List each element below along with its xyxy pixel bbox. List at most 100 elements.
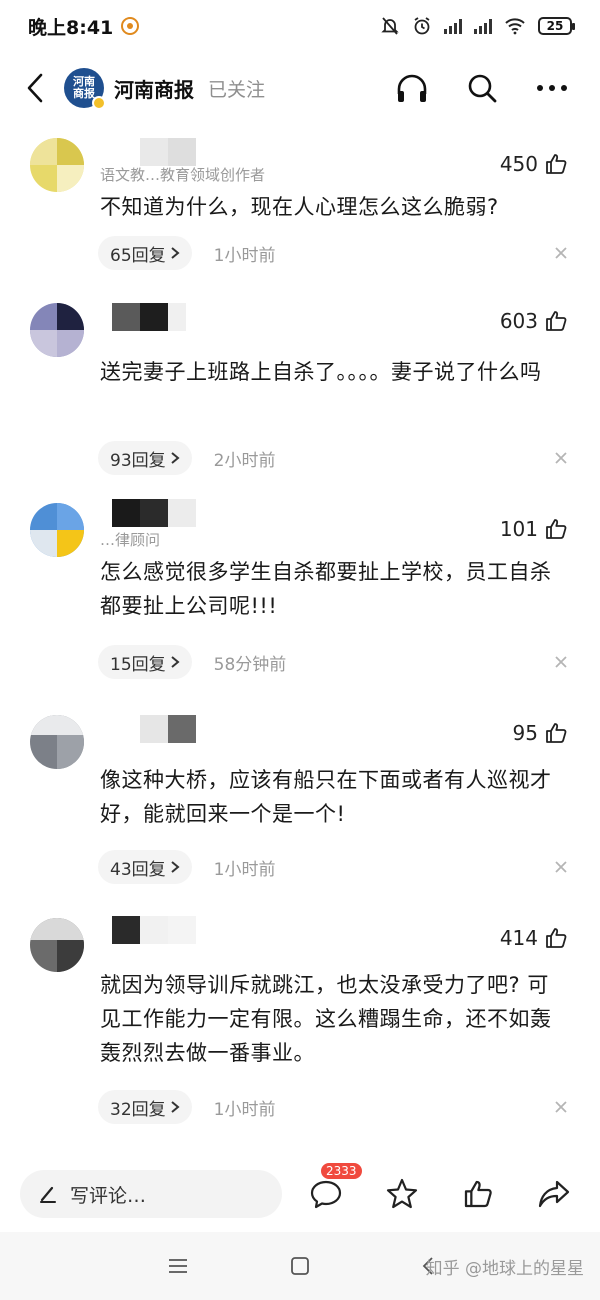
share-arrow-icon <box>538 1180 570 1208</box>
more-dots-icon <box>537 85 567 91</box>
avatar[interactable] <box>30 918 84 972</box>
search-icon <box>468 74 497 103</box>
menu-nav-button[interactable] <box>162 1250 194 1282</box>
wifi-icon <box>504 17 526 35</box>
avatar[interactable] <box>30 138 84 192</box>
search-button[interactable] <box>464 70 500 106</box>
comment-bubble-icon <box>310 1180 342 1209</box>
replies-button[interactable]: 32回复 <box>98 1090 192 1124</box>
close-icon <box>555 247 567 259</box>
headphones-button[interactable] <box>394 70 430 106</box>
app-header: 河南 商报 河南商报 已关注 <box>0 52 600 124</box>
more-button[interactable] <box>534 70 570 106</box>
like-count: 95 <box>512 721 538 745</box>
like-count: 603 <box>499 309 538 333</box>
comment-meta: 43回复 1小时前 <box>98 850 568 884</box>
logo-text-2: 商报 <box>73 87 95 100</box>
like-count: 450 <box>499 152 538 176</box>
signal-icon <box>444 18 462 34</box>
signal-icon-2 <box>474 18 492 34</box>
avatar[interactable] <box>30 715 84 769</box>
share-button[interactable] <box>536 1176 572 1212</box>
home-square-icon <box>291 1257 309 1275</box>
close-icon <box>555 861 567 873</box>
account-name[interactable]: 河南商报 <box>114 74 194 103</box>
like-button[interactable]: 95 <box>513 721 568 745</box>
mute-bell-icon <box>380 16 400 36</box>
bar-actions: 2333 <box>308 1162 572 1212</box>
like-button[interactable]: 414 <box>500 926 568 950</box>
username-mosaic <box>140 715 196 743</box>
comment-meta: 32回复 1小时前 <box>98 1090 568 1124</box>
watermark-text: 知乎 @地球上的星星 <box>425 1259 584 1279</box>
comment-meta: 93回复 2小时前 <box>98 441 568 475</box>
dismiss-button[interactable] <box>548 649 574 675</box>
favorite-button[interactable] <box>384 1176 420 1212</box>
close-icon <box>555 1101 567 1113</box>
close-icon <box>555 452 567 464</box>
dismiss-button[interactable] <box>548 854 574 880</box>
commenter-subtitle: …律顾问 <box>100 531 161 549</box>
username-mosaic <box>112 303 186 331</box>
comment-time: 1小时前 <box>213 245 276 266</box>
thumbs-up-icon <box>546 723 567 743</box>
chevron-right-icon <box>171 861 180 873</box>
menu-icon <box>169 1259 187 1273</box>
dismiss-button[interactable] <box>548 1094 574 1120</box>
dismiss-button[interactable] <box>548 240 574 266</box>
replies-count: 32回复 <box>110 1099 166 1120</box>
chevron-right-icon <box>171 1101 180 1113</box>
like-count: 414 <box>499 926 538 950</box>
like-button[interactable]: 450 <box>500 152 568 176</box>
star-icon <box>386 1178 418 1209</box>
thumbs-up-icon <box>546 311 567 331</box>
comment-meta: 15回复 58分钟前 <box>98 645 568 679</box>
comment-count-badge: 2333 <box>320 1162 363 1180</box>
replies-count: 93回复 <box>110 450 166 471</box>
header-actions <box>394 70 570 106</box>
write-comment-placeholder: 写评论… <box>70 1184 147 1207</box>
comment-time: 1小时前 <box>213 859 276 880</box>
account-avatar[interactable]: 河南 商报 <box>64 68 106 110</box>
comment-text: 不知道为什么，现在人心理怎么这么脆弱? <box>100 195 499 219</box>
thumbs-up-icon <box>546 928 567 948</box>
comment-time: 58分钟前 <box>213 654 287 675</box>
comment-bar: 写评论… 2333 <box>0 1160 600 1228</box>
replies-button[interactable]: 15回复 <box>98 645 192 679</box>
alarm-icon <box>412 16 432 36</box>
chevron-right-icon <box>171 247 180 259</box>
back-button[interactable] <box>18 68 52 108</box>
dismiss-button[interactable] <box>548 445 574 471</box>
write-comment-input[interactable]: 写评论… <box>20 1170 282 1218</box>
like-button[interactable]: 101 <box>500 517 568 541</box>
thumbs-up-icon <box>546 519 567 539</box>
status-icons: 25 <box>380 16 575 36</box>
back-arrow-icon <box>27 73 43 103</box>
comment-text: 像这种大桥，应该有船只在下面或者有人巡视才好，能就回来一个是一个! <box>100 768 552 826</box>
replies-button[interactable]: 93回复 <box>98 441 192 475</box>
commenter-subtitle: 语文教…教育领域创作者 <box>100 166 266 184</box>
home-nav-button[interactable] <box>284 1250 316 1282</box>
replies-count: 15回复 <box>110 654 166 675</box>
comments-button[interactable]: 2333 <box>308 1162 363 1212</box>
app-notification-icon <box>121 17 140 35</box>
replies-button[interactable]: 65回复 <box>98 236 192 270</box>
chevron-right-icon <box>171 452 180 464</box>
like-article-button[interactable] <box>460 1176 496 1212</box>
close-icon <box>555 656 567 668</box>
status-bar: 晚上8:41 25 <box>0 0 600 52</box>
verified-badge-icon <box>92 96 106 110</box>
battery-icon: 25 <box>538 17 575 35</box>
avatar[interactable] <box>30 503 84 557</box>
username-mosaic <box>140 138 196 166</box>
username-mosaic <box>112 499 196 527</box>
comment-meta: 65回复 1小时前 <box>98 236 568 270</box>
comment-text: 怎么感觉很多学生自杀都要扯上学校，员工自杀都要扯上公司呢!!! <box>100 560 552 618</box>
like-button[interactable]: 603 <box>500 309 568 333</box>
avatar[interactable] <box>30 303 84 357</box>
username-mosaic <box>112 916 196 944</box>
replies-button[interactable]: 43回复 <box>98 850 192 884</box>
chevron-right-icon <box>171 656 180 668</box>
follow-state-button[interactable]: 已关注 <box>208 75 265 102</box>
comment-time: 2小时前 <box>213 450 276 471</box>
